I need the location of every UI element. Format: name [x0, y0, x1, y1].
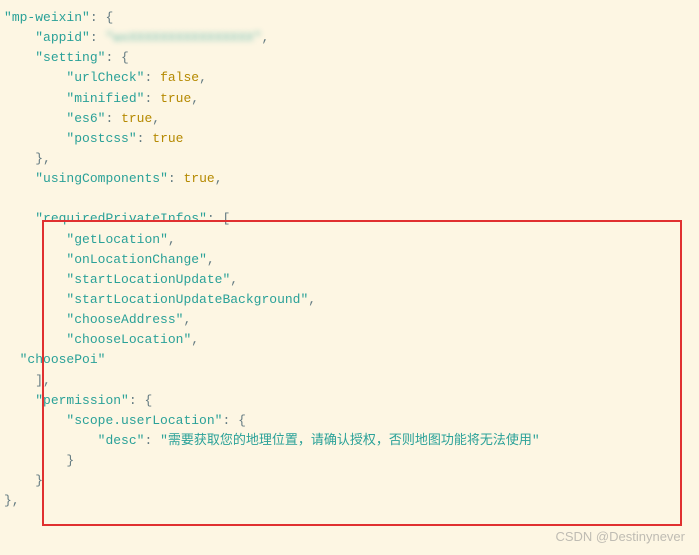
json-key: "scope.userLocation": [66, 413, 222, 428]
json-string: "startLocationUpdateBackground": [66, 292, 308, 307]
json-string: "chooseAddress": [66, 312, 183, 327]
json-string: "getLocation": [66, 232, 167, 247]
appid-value: "wxXXXXXXXXXXXXXXXX": [105, 30, 261, 45]
code-block: "mp-weixin": { "appid": "wxXXXXXXXXXXXXX…: [4, 8, 695, 512]
json-string: "onLocationChange": [66, 252, 206, 267]
json-string: "chooseLocation": [66, 332, 191, 347]
json-bool: true: [152, 131, 183, 146]
json-key: "setting": [35, 50, 105, 65]
json-string: "需要获取您的地理位置，请确认授权，否则地图功能将无法使用": [160, 433, 540, 448]
watermark: CSDN @Destinynever: [555, 527, 685, 547]
json-key: "desc": [98, 433, 145, 448]
json-key: "usingComponents": [35, 171, 168, 186]
json-key: "mp-weixin": [4, 10, 90, 25]
json-key: "minified": [66, 91, 144, 106]
json-key: "postcss": [66, 131, 136, 146]
json-key: "requiredPrivateInfos": [35, 211, 207, 226]
json-key: "appid": [35, 30, 90, 45]
json-key: "es6": [66, 111, 105, 126]
json-key: "urlCheck": [66, 70, 144, 85]
json-string: "choosePoi": [20, 352, 106, 367]
json-bool: false: [160, 70, 199, 85]
json-bool: true: [121, 111, 152, 126]
json-bool: true: [160, 91, 191, 106]
json-bool: true: [183, 171, 214, 186]
json-key: "permission": [35, 393, 129, 408]
json-string: "startLocationUpdate": [66, 272, 230, 287]
